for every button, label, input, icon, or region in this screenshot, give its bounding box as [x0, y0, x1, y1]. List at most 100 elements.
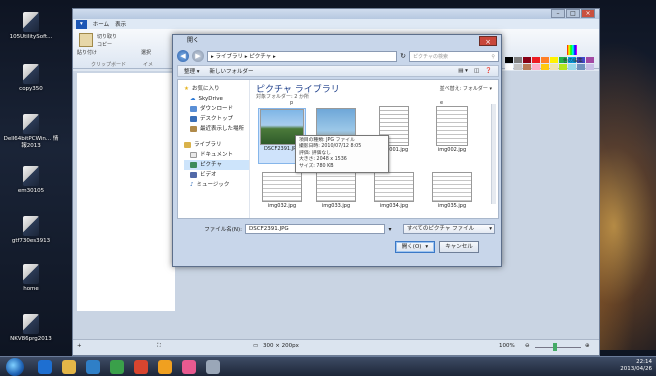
open-button[interactable]: 開く(O) ▾ — [395, 241, 435, 253]
palette-color-swatch[interactable] — [550, 64, 558, 70]
desktop-icon[interactable]: 105UtilitySoft... — [2, 12, 60, 41]
desktop-icon[interactable]: gtf730es3913 — [2, 216, 60, 245]
app-icon[interactable] — [182, 360, 196, 374]
firefox-icon[interactable] — [158, 360, 172, 374]
desktop-icon[interactable]: home — [2, 264, 60, 293]
palette-color-swatch[interactable] — [586, 57, 594, 63]
palette-color-swatch[interactable] — [532, 64, 540, 70]
file-item[interactable]: img035.jpg — [428, 172, 476, 209]
nav-item-skydrive[interactable]: ☁ SkyDrive — [184, 94, 249, 104]
nav-item-favorites[interactable]: ★ お気に入り — [184, 84, 249, 94]
chrome-icon[interactable] — [134, 360, 148, 374]
file-item[interactable]: img002.jpg — [428, 106, 476, 153]
file-thumbnail — [436, 106, 468, 146]
dialog-close-button[interactable]: × — [479, 36, 497, 46]
media-player-icon[interactable] — [86, 360, 100, 374]
filename-dropdown-icon[interactable]: ▾ — [385, 226, 395, 233]
view-options-icon[interactable]: ▤ ▾ — [458, 68, 468, 74]
search-input[interactable]: ピクチャの検索 ⚲ — [409, 50, 499, 62]
zoom-slider[interactable] — [535, 347, 581, 348]
select-button[interactable]: 選択 — [141, 49, 151, 56]
back-button[interactable]: ◀ — [177, 50, 189, 62]
new-folder-button[interactable]: 新しいフォルダー — [210, 67, 254, 75]
paste-button[interactable]: 貼り付け — [77, 49, 97, 56]
library-subtitle[interactable]: 対象フォルダー: 2 か所 — [256, 93, 309, 100]
nav-label: ミュージック — [196, 182, 230, 188]
cut-button[interactable]: 切り取り — [97, 33, 117, 40]
tooltip-size: サイズ: 780 KB — [299, 163, 334, 169]
desktop-icon[interactable]: NKV86prg2013 — [2, 314, 60, 343]
cancel-button[interactable]: キャンセル — [439, 241, 479, 253]
file-item[interactable]: img034.jpg — [370, 172, 418, 209]
filetype-select[interactable]: すべてのピクチャ ファイル ▾ — [403, 224, 495, 234]
nav-item-downloads[interactable]: ダウンロード — [184, 104, 249, 114]
nav-item-desktop[interactable]: デスクトップ — [184, 114, 249, 124]
scrollbar[interactable] — [491, 104, 496, 204]
recent-places-icon — [190, 126, 197, 132]
paste-icon[interactable] — [79, 33, 93, 47]
arrange-by-dropdown[interactable]: 並べ替え: フォルダー ▾ — [440, 85, 492, 92]
file-item[interactable]: img033.jpg — [312, 172, 360, 209]
file-item[interactable]: img032.jpg — [258, 172, 306, 209]
help-icon[interactable]: ❓ — [485, 68, 492, 74]
palette-color-swatch[interactable] — [541, 64, 549, 70]
palette-color-swatch[interactable] — [514, 57, 522, 63]
refresh-icon[interactable]: ↻ — [400, 52, 406, 60]
explorer-icon[interactable] — [62, 360, 76, 374]
paint-titlebar[interactable]: – □ × — [73, 9, 599, 19]
drawing-canvas[interactable] — [77, 73, 175, 311]
address-bar[interactable]: ▸ ライブラリ ▸ ピクチャ ▸ — [207, 50, 398, 62]
nav-item-libraries[interactable]: ライブラリ — [184, 140, 249, 150]
clock-date[interactable]: 2013/04/26 — [620, 366, 652, 373]
file-menu-button[interactable]: ▾ — [76, 19, 87, 29]
clock-time[interactable]: 22:14 — [620, 359, 652, 366]
palette-color-swatch[interactable] — [577, 64, 585, 70]
nav-label: お気に入り — [191, 86, 220, 92]
palette-color-swatch[interactable] — [514, 64, 522, 70]
palette-color-swatch[interactable] — [568, 64, 576, 70]
nav-item-music[interactable]: ♪ ミュージック — [184, 180, 249, 190]
maximize-button[interactable]: □ — [566, 9, 580, 18]
copy-button[interactable]: コピー — [97, 41, 112, 48]
library-icon — [184, 142, 191, 148]
desktop-icon[interactable]: em30105 — [2, 166, 60, 195]
forward-button[interactable]: ▶ — [192, 50, 204, 62]
paint-taskbar-icon[interactable] — [206, 360, 220, 374]
nav-item-pictures[interactable]: ピクチャ — [184, 160, 249, 170]
start-button[interactable] — [6, 358, 24, 376]
nav-item-videos[interactable]: ビデオ — [184, 170, 249, 180]
palette-color-swatch[interactable] — [541, 57, 549, 63]
preview-pane-icon[interactable]: ◫ — [474, 68, 479, 74]
palette-color-swatch[interactable] — [586, 64, 594, 70]
nav-item-documents[interactable]: ドキュメント — [184, 150, 249, 160]
filename-input[interactable]: DSCF2391.JPG — [245, 224, 385, 234]
ie-icon[interactable] — [38, 360, 52, 374]
split-dropdown-icon[interactable]: ▾ — [425, 242, 428, 252]
palette-color-swatch[interactable] — [532, 57, 540, 63]
app-icon[interactable] — [110, 360, 124, 374]
palette-color-swatch[interactable] — [550, 57, 558, 63]
filetype-value: すべてのピクチャ ファイル — [407, 226, 475, 232]
tab-home[interactable]: ホーム — [93, 20, 109, 28]
palette-color-swatch[interactable] — [559, 64, 567, 70]
desktop-icon[interactable]: Dell64bitPCWin... 情報2013 — [2, 114, 60, 150]
zoom-out-button[interactable]: ⊖ — [525, 343, 530, 349]
close-button[interactable]: × — [581, 9, 595, 18]
palette-color-swatch[interactable] — [523, 57, 531, 63]
open-button-label: 開く(O) — [401, 244, 422, 250]
dialog-buttons: 開く(O) ▾ キャンセル — [395, 241, 479, 253]
edit-colors-button[interactable]: 色の編集 — [563, 57, 583, 64]
organize-button[interactable]: 整理 ▾ — [184, 67, 200, 75]
nav-item-recent[interactable]: 最近表示した場所 — [184, 124, 249, 134]
palette-color-swatch[interactable] — [523, 64, 531, 70]
palette-color-swatch[interactable] — [505, 57, 513, 63]
tab-view[interactable]: 表示 — [115, 20, 126, 28]
document-icon — [190, 152, 197, 158]
desktop-icon-label: Dell64bitPCWin... 情報2013 — [3, 136, 59, 149]
file-name: img002.jpg — [437, 147, 467, 153]
desktop-icon[interactable]: copy350 — [2, 64, 60, 93]
zoom-in-button[interactable]: ⊕ — [585, 343, 590, 349]
zoom-slider-thumb[interactable] — [553, 343, 557, 351]
palette-color-swatch[interactable] — [505, 64, 513, 70]
minimize-button[interactable]: – — [551, 9, 565, 18]
